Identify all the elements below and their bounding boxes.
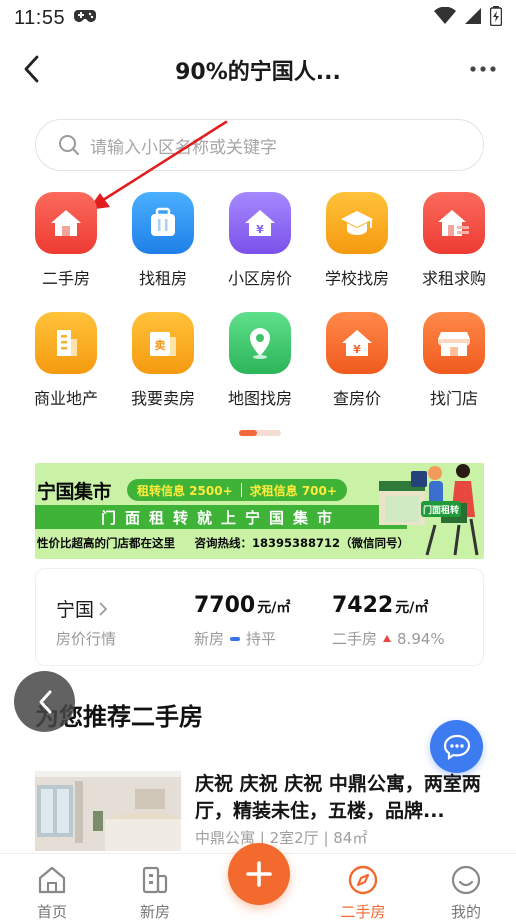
chat-button[interactable]: [430, 720, 483, 773]
suitcase-icon: [132, 192, 194, 254]
floating-back-button[interactable]: [14, 671, 75, 732]
grid-item-xuexiaozhaofang[interactable]: 学校找房: [312, 192, 402, 289]
storefront-illustration: 门面租转: [379, 464, 479, 556]
listing-photo: [35, 771, 181, 851]
building-icon: [35, 312, 97, 374]
grid-item-zhaozufang[interactable]: 找租房: [118, 192, 208, 289]
grid-item-xiaoqufangjia[interactable]: ¥ 小区房价: [215, 192, 305, 289]
smile-icon: [449, 863, 483, 897]
listing-title: 庆祝 庆祝 庆祝 中鼎公寓，两室两厅，精装未住，五楼，品牌...: [195, 773, 481, 822]
status-time: 11:55: [14, 6, 66, 29]
city-name: 宁国: [56, 599, 95, 621]
home-icon: [35, 863, 69, 897]
map-pin-icon: [229, 312, 291, 374]
grid-item-zhaomendian[interactable]: 找门店: [409, 312, 499, 409]
more-button[interactable]: [468, 54, 498, 84]
grid-item-dituzhaofang[interactable]: 地图找房: [215, 312, 305, 409]
svg-text:¥: ¥: [353, 343, 361, 356]
second-hand-trend: 二手房 8.94%: [332, 629, 445, 649]
banner-footer: 性价比超高的门店都在这里 咨询热线：18395388712（微信同号）: [37, 535, 409, 551]
price-house-icon: ¥: [229, 192, 291, 254]
building-outline-icon: [138, 863, 172, 897]
banner-footer-left: 性价比超高的门店都在这里: [37, 536, 175, 550]
grid-item-woyaomaifang[interactable]: 卖 我要卖房: [118, 312, 208, 409]
second-hand-price: 7422 元/㎡: [332, 593, 429, 618]
more-dots-icon: [470, 66, 496, 72]
flat-trend-icon: [230, 636, 241, 641]
promo-banner[interactable]: 宁国集市 租转信息 2500+ 求租信息 700+ 门面租转就上宁国集市 性价比…: [35, 463, 484, 559]
listing-item[interactable]: 庆祝 庆祝 庆祝 中鼎公寓，两室两厅，精装未住，五楼，品牌... 中鼎公寓 | …: [35, 771, 484, 851]
signal-icon: [464, 7, 482, 30]
city-sub: 房价行情: [56, 630, 117, 648]
compass-icon: [346, 863, 380, 897]
price-card[interactable]: 宁国 房价行情 7700 元/㎡ 新房 持平 7422 元/㎡ 二手房 8.94%: [35, 568, 484, 666]
wifi-icon: [434, 6, 456, 30]
new-house-price: 7700 元/㎡: [194, 593, 291, 618]
yen-house-icon: ¥: [326, 312, 388, 374]
battery-icon: [489, 5, 503, 31]
listing-meta: 中鼎公寓 | 2室2厅 | 84㎡: [195, 829, 368, 847]
chevron-left-icon: [39, 690, 51, 713]
status-bar: 11:55: [0, 0, 516, 36]
banner-seek-info: 求租信息 700+: [249, 483, 337, 498]
svg-text:¥: ¥: [256, 223, 264, 236]
sell-icon: 卖: [132, 312, 194, 374]
nav-bar: 90%的宁国人...: [0, 40, 516, 102]
tab-new-house[interactable]: 新房: [115, 854, 195, 924]
graduation-cap-icon: [326, 192, 388, 254]
house-list-icon: [423, 192, 485, 254]
new-house-trend: 新房 持平: [194, 630, 277, 648]
house-icon: [35, 192, 97, 254]
city-selector[interactable]: 宁国: [56, 595, 108, 622]
tab-second-hand[interactable]: 二手房: [323, 854, 403, 924]
plus-icon: [246, 861, 272, 887]
grid-pager: [239, 430, 281, 436]
banner-brand: 宁国集市: [37, 481, 112, 503]
search-icon: [59, 135, 79, 155]
pager-active-dot: [239, 430, 257, 436]
grid-item-qiuzuqiugou[interactable]: 求租求购: [409, 192, 499, 289]
banner-slogan: 门面租转就上宁国集市: [35, 505, 407, 529]
banner-rent-info: 租转信息 2500+: [137, 483, 233, 498]
banner-sign: 门面租转: [423, 504, 459, 516]
publish-button[interactable]: [228, 843, 290, 905]
storefront-icon: [423, 312, 485, 374]
grid-item-ershoufang[interactable]: 二手房: [21, 192, 111, 289]
tab-mine[interactable]: 我的: [426, 854, 506, 924]
trend-up-icon: [383, 635, 392, 642]
page-title: 90%的宁国人...: [175, 60, 341, 85]
tab-home[interactable]: 首页: [12, 854, 92, 924]
banner-stats: 租转信息 2500+ 求租信息 700+: [127, 479, 347, 501]
chevron-right-icon: [99, 601, 108, 616]
grid-item-shangyedichan[interactable]: 商业地产: [21, 312, 111, 409]
grid-item-chafangjia[interactable]: ¥ 查房价: [312, 312, 402, 409]
gamepad-icon: [73, 7, 97, 29]
svg-text:卖: 卖: [155, 338, 166, 352]
chat-bubble-icon: [443, 734, 470, 760]
